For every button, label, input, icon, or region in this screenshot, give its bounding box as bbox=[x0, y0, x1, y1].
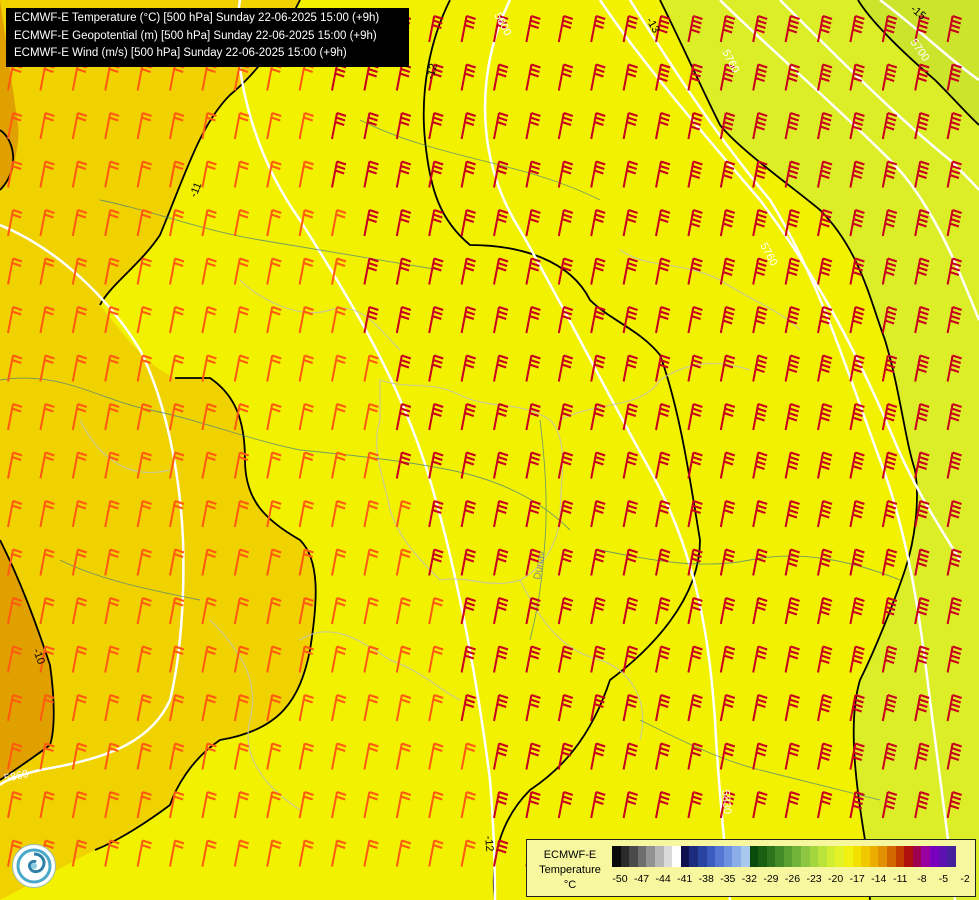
legend-swatch bbox=[878, 846, 887, 867]
legend-swatch bbox=[732, 846, 741, 867]
legend-swatch bbox=[921, 846, 930, 867]
title-line-temperature: ECMWF-E Temperature (°C) [500 hPa] Sunda… bbox=[14, 12, 380, 24]
legend-tick: -47 bbox=[633, 873, 650, 885]
legend-tick: -29 bbox=[763, 873, 779, 885]
legend-tick-labels: -50 -47 -44 -41 -38 -35 -32 -29 -26 -23 -20 -17 -14-… bbox=[610, 873, 975, 887]
legend-swatch bbox=[835, 846, 845, 867]
legend-swatch bbox=[758, 846, 767, 867]
legend-tick: -2 bbox=[960, 873, 970, 885]
legend-swatch bbox=[895, 846, 905, 867]
legend-tick: -14 bbox=[871, 873, 887, 885]
legend-swatch bbox=[912, 846, 922, 867]
legend-swatch bbox=[766, 846, 776, 867]
legend-swatch bbox=[826, 846, 836, 867]
legend-tick: -20 bbox=[828, 873, 844, 885]
legend-tick: -23 bbox=[806, 873, 822, 885]
legend-swatch bbox=[620, 846, 630, 867]
legend-swatch bbox=[775, 846, 784, 867]
legend-title: ECMWF-E Temperature °C bbox=[529, 848, 611, 893]
title-line-wind: ECMWF-E Wind (m/s) [500 hPa] Sunday 22-0… bbox=[14, 47, 347, 59]
legend-swatch bbox=[947, 846, 956, 867]
legend-tick: -11 bbox=[893, 873, 908, 885]
legend-swatch bbox=[783, 846, 793, 867]
legend-tick: -35 bbox=[720, 873, 736, 885]
legend-title-variable: Temperature bbox=[539, 864, 601, 876]
legend-tick: -17 bbox=[849, 873, 865, 885]
title-line-geopotential: ECMWF-E Geopotential (m) [500 hPa] Sunda… bbox=[14, 29, 377, 42]
legend-tick: -41 bbox=[677, 873, 693, 885]
legend-swatch bbox=[938, 846, 948, 867]
legend-swatch bbox=[801, 846, 810, 867]
legend-swatch bbox=[852, 846, 862, 867]
weather-map: -10 -11 -12 -12 -13 -15 5860 5800 5760 5… bbox=[0, 0, 979, 900]
legend-swatch bbox=[706, 846, 716, 867]
legend-tick: -44 bbox=[655, 873, 671, 885]
legend-swatch bbox=[792, 846, 802, 867]
legend-swatch bbox=[723, 846, 733, 867]
legend-swatch bbox=[809, 846, 819, 867]
legend-swatch bbox=[818, 846, 827, 867]
temperature-legend: ECMWF-E Temperature °C -50 -47 -44 -41 -38 -3… bbox=[526, 839, 976, 897]
legend-swatch bbox=[629, 846, 638, 867]
legend-swatch bbox=[697, 846, 707, 867]
legend-unit: °C bbox=[563, 879, 577, 891]
legend-color-scale bbox=[612, 846, 956, 867]
swirl-logo-icon bbox=[16, 848, 52, 884]
legend-tick: -8 bbox=[917, 873, 927, 885]
legend-swatch bbox=[904, 846, 913, 867]
legend-swatch bbox=[861, 846, 870, 867]
legend-swatch bbox=[740, 846, 750, 867]
legend-swatch bbox=[646, 846, 655, 867]
legend-swatch bbox=[929, 846, 939, 867]
legend-swatch bbox=[887, 846, 896, 867]
map-title-box: ECMWF-E Temperature (°C) [500 hPa] Sunda… bbox=[6, 8, 409, 67]
legend-swatch bbox=[663, 846, 673, 867]
legend-tick: -32 bbox=[741, 873, 757, 885]
legend-tick: -50 bbox=[612, 873, 628, 885]
legend-swatch bbox=[869, 846, 879, 867]
legend-swatch bbox=[612, 846, 621, 867]
legend-swatch bbox=[749, 846, 759, 867]
legend-swatch bbox=[844, 846, 853, 867]
legend-tick: -5 bbox=[938, 873, 949, 885]
temp-label-minus-12b: -12 bbox=[482, 835, 495, 852]
legend-title-model: ECMWF-E bbox=[543, 849, 597, 861]
legend-tick: -38 bbox=[698, 873, 714, 885]
legend-swatch bbox=[689, 846, 698, 867]
geo-label-5830: 5830 bbox=[719, 789, 733, 814]
provider-logo[interactable] bbox=[12, 844, 56, 888]
legend-swatch bbox=[715, 846, 724, 867]
legend-swatch bbox=[680, 846, 690, 867]
legend-swatch bbox=[672, 846, 681, 867]
legend-swatch bbox=[637, 846, 647, 867]
legend-swatch bbox=[654, 846, 664, 867]
legend-tick: -26 bbox=[784, 873, 801, 885]
